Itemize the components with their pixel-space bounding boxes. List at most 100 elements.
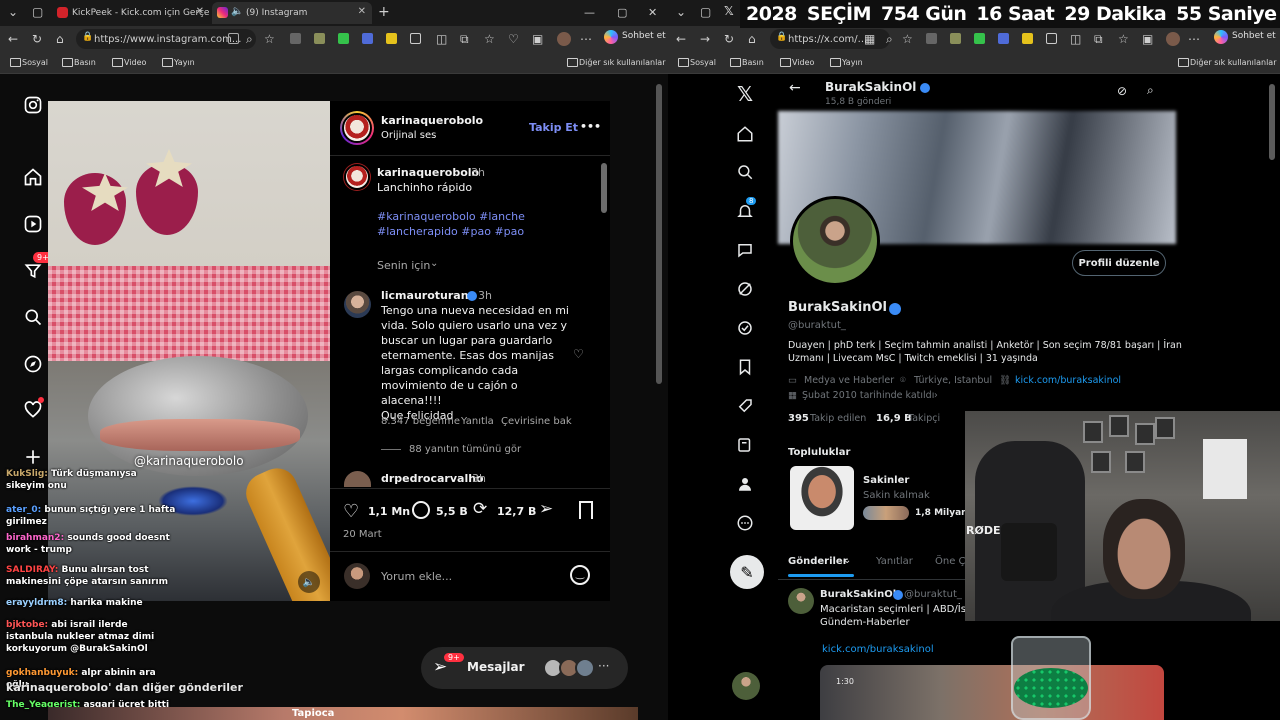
other-bookmarks[interactable]: Diğer sık kullanılanlar bbox=[1178, 58, 1277, 67]
create-post-icon[interactable] bbox=[734, 434, 756, 456]
bookmark-basin[interactable]: Basın bbox=[730, 58, 764, 67]
commenter-avatar[interactable] bbox=[344, 471, 371, 487]
search-icon[interactable] bbox=[22, 306, 44, 328]
caption-hashtags[interactable]: #karinaquerobolo #lanche bbox=[377, 209, 525, 224]
bookmark-yayin[interactable]: Yayın bbox=[162, 58, 195, 67]
chevron-right-icon[interactable]: › bbox=[934, 389, 938, 402]
favorite-star-icon[interactable]: ☆ bbox=[264, 32, 275, 46]
x-logo-icon[interactable]: 𝕏 bbox=[734, 82, 756, 106]
caption-avatar[interactable] bbox=[343, 163, 371, 191]
repost-count[interactable]: 12,7 B bbox=[497, 504, 536, 519]
split-screen-icon[interactable]: ◫ bbox=[1070, 32, 1081, 46]
other-bookmarks[interactable]: Diğer sık kullanılanlar bbox=[567, 58, 666, 67]
edit-profile-button[interactable]: Profili düzenle bbox=[1072, 250, 1166, 276]
caption-username[interactable]: karinaquerobolo bbox=[377, 165, 479, 180]
tab-kickpeek[interactable]: KickPeek - Kick.com için Gerçek Za ✕ bbox=[52, 2, 210, 24]
extension-icon[interactable] bbox=[386, 33, 397, 44]
emoji-icon[interactable]: ‿ bbox=[570, 565, 590, 585]
repost-icon[interactable]: ⟳ bbox=[473, 499, 487, 519]
tab-posts[interactable]: Gönderiler bbox=[788, 555, 848, 568]
post-author-handle[interactable]: @buraktut_ · bbox=[904, 588, 968, 601]
author-username[interactable]: karinaquerobolo bbox=[381, 113, 483, 128]
comment-likes[interactable]: 8.347 beğenme bbox=[381, 414, 460, 429]
minimize-icon[interactable]: — bbox=[584, 6, 595, 19]
comment-username[interactable]: drpedrocarvalho bbox=[381, 471, 484, 486]
verified-orgs-icon[interactable] bbox=[734, 317, 756, 339]
extension-icon[interactable] bbox=[290, 33, 301, 44]
comment-bubble-icon[interactable] bbox=[412, 501, 430, 519]
workspaces-icon[interactable]: ▢ bbox=[32, 5, 43, 19]
profile-avatar-icon[interactable] bbox=[1166, 32, 1180, 46]
apps-icon[interactable]: ▦ bbox=[864, 32, 875, 46]
reload-icon[interactable]: ↻ bbox=[724, 32, 734, 46]
back-icon[interactable]: ← bbox=[8, 32, 18, 46]
reply-button[interactable]: Yanıtla bbox=[461, 414, 494, 429]
maximize-icon[interactable]: ▢ bbox=[617, 6, 627, 19]
zoom-icon[interactable]: ⌕ bbox=[886, 32, 893, 47]
home-icon[interactable]: ⌂ bbox=[56, 32, 64, 46]
bookmark-sosyal[interactable]: Sosyal bbox=[678, 58, 716, 67]
bookmark-video[interactable]: Video bbox=[780, 58, 814, 67]
commenter-avatar[interactable] bbox=[344, 291, 371, 318]
grok-profile-icon[interactable]: ⊘ bbox=[1117, 85, 1127, 98]
post-author-name[interactable]: BurakSakinOl bbox=[820, 588, 896, 601]
save-bookmark-icon[interactable] bbox=[579, 501, 593, 519]
profile-person-icon[interactable] bbox=[734, 473, 756, 495]
chevron-down-icon[interactable]: ⌄ bbox=[430, 256, 438, 271]
mute-toggle-icon[interactable]: 🔈 bbox=[298, 571, 320, 593]
new-tab-icon[interactable]: + bbox=[378, 4, 390, 20]
comments-scrollbar[interactable] bbox=[601, 163, 607, 213]
followers-count[interactable]: 16,9 B bbox=[876, 412, 912, 425]
messages-icon[interactable] bbox=[734, 239, 756, 261]
comment-username[interactable]: licmauroturano bbox=[381, 288, 476, 303]
extensions-puzzle-icon[interactable]: ⧉ bbox=[460, 32, 469, 47]
community-image[interactable] bbox=[790, 466, 854, 530]
audio-label[interactable]: Orijinal ses bbox=[381, 128, 436, 143]
author-avatar[interactable] bbox=[340, 111, 374, 145]
account-avatar[interactable] bbox=[732, 672, 760, 700]
post-author-avatar[interactable] bbox=[788, 588, 814, 614]
bookmarks-icon[interactable] bbox=[734, 356, 756, 378]
more-circle-icon[interactable] bbox=[734, 512, 756, 534]
search-icon[interactable] bbox=[734, 161, 756, 183]
home-icon[interactable] bbox=[734, 123, 756, 145]
extension-icon[interactable] bbox=[950, 33, 961, 44]
tab-instagram[interactable]: 🔈 (9) Instagram ✕ bbox=[212, 2, 372, 24]
more-menu-icon[interactable]: ⋯ bbox=[580, 32, 592, 46]
extension-icon[interactable] bbox=[410, 33, 421, 44]
follow-button[interactable]: Takip Et bbox=[529, 120, 578, 135]
reload-icon[interactable]: ↻ bbox=[32, 32, 42, 46]
home-icon[interactable]: ⌂ bbox=[748, 32, 756, 46]
extension-icon[interactable] bbox=[338, 33, 349, 44]
translate-button[interactable]: Çevirisine bak bbox=[501, 414, 572, 429]
split-screen-icon[interactable]: ◫ bbox=[436, 32, 447, 46]
extensions-puzzle-icon[interactable]: ⧉ bbox=[1094, 32, 1103, 47]
extension-icon[interactable] bbox=[1022, 33, 1033, 44]
workspaces-icon[interactable]: ▢ bbox=[700, 5, 711, 19]
collections-icon[interactable]: ▣ bbox=[1142, 32, 1153, 46]
bookmark-basin[interactable]: Basın bbox=[62, 58, 96, 67]
audio-speaker-icon[interactable]: 🔈 bbox=[231, 6, 243, 17]
x-favicon-icon[interactable]: 𝕏 bbox=[724, 4, 734, 18]
bookmark-yayin[interactable]: Yayın bbox=[830, 58, 863, 67]
profile-search-icon[interactable]: ⌕ bbox=[1147, 84, 1154, 97]
notifications-bell-icon[interactable]: 8 bbox=[734, 197, 757, 222]
apps-icon[interactable] bbox=[228, 33, 239, 44]
favorites-icon[interactable]: ☆ bbox=[484, 32, 495, 46]
heart-notifications-icon[interactable] bbox=[22, 397, 44, 421]
performance-icon[interactable]: ♡ bbox=[508, 32, 519, 46]
post-video[interactable]: 1:30 bbox=[820, 665, 1164, 720]
grok-icon[interactable] bbox=[734, 278, 756, 300]
tab-actions-chevron-icon[interactable]: ⌄ bbox=[8, 5, 18, 19]
reels-icon[interactable] bbox=[22, 213, 44, 235]
favorites-icon[interactable]: ☆ bbox=[1118, 32, 1129, 46]
forward-icon[interactable]: → bbox=[700, 32, 710, 46]
create-plus-icon[interactable] bbox=[22, 446, 44, 468]
extension-icon[interactable] bbox=[974, 33, 985, 44]
add-comment-input[interactable]: Yorum ekle... bbox=[381, 569, 452, 584]
profile-avatar-icon[interactable] bbox=[557, 32, 571, 46]
more-posts-thumbnails[interactable]: Tapioca bbox=[48, 707, 638, 720]
extension-icon[interactable] bbox=[926, 33, 937, 44]
more-menu-icon[interactable]: ⋯ bbox=[1188, 32, 1200, 46]
more-options-icon[interactable]: ••• bbox=[580, 119, 601, 134]
